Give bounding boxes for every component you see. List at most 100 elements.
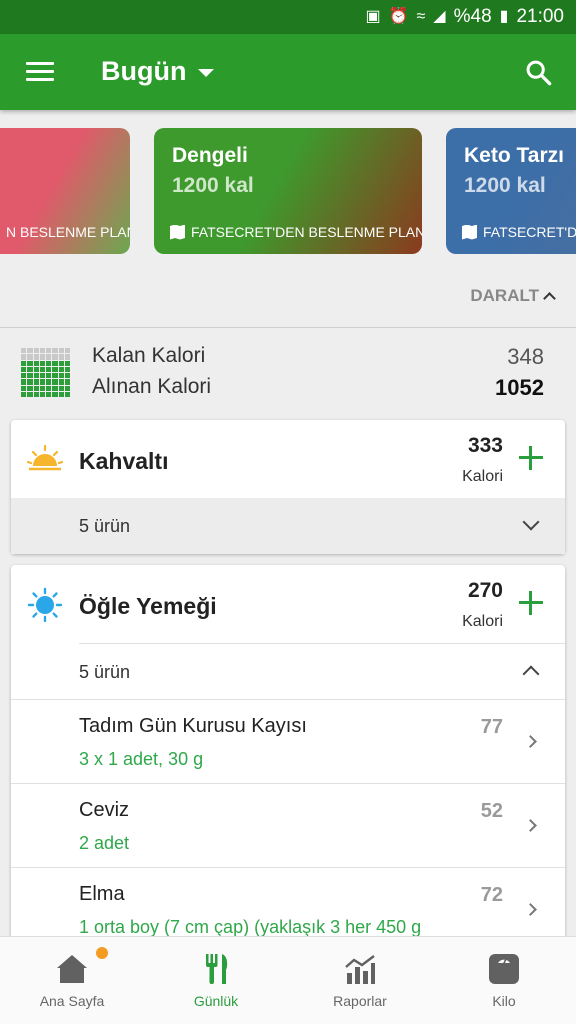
progress-cell [33, 348, 39, 354]
add-food-button[interactable] [519, 591, 543, 615]
progress-cell [46, 366, 52, 372]
progress-cell [64, 348, 70, 354]
progress-cell [58, 366, 64, 372]
app-bar: Bugün [0, 34, 576, 110]
progress-cell [39, 385, 45, 391]
meal-calories: 333 [467, 434, 503, 457]
chart-icon [345, 955, 375, 984]
progress-cell [21, 348, 27, 354]
cutlery-icon [206, 954, 228, 984]
progress-cell [39, 391, 45, 397]
progress-cell [52, 354, 58, 360]
progress-cell [58, 354, 64, 360]
nav-tab-home[interactable]: Ana Sayfa [0, 937, 144, 1024]
chevron-right-icon [524, 819, 537, 832]
food-portion: 1 orta boy (7 cm çap) (yaklaşık 3 her 45… [79, 917, 422, 937]
map-icon [170, 224, 185, 240]
food-portion: 3 x 1 adet, 30 g [79, 749, 204, 769]
meal-card-lunch: Öğle Yemeği 270 Kalori 5 ürün Tadım Gün … [11, 565, 565, 985]
progress-cell [27, 354, 33, 360]
plan-source: FATSECRET'DE [483, 224, 576, 240]
chevron-down-icon [522, 513, 540, 531]
meal-item-count-row[interactable]: 5 ürün [11, 498, 565, 554]
menu-icon[interactable] [26, 62, 54, 82]
progress-cell [46, 391, 52, 397]
notification-icon: ▣ [365, 8, 381, 25]
remaining-calories-value: 348 [507, 344, 544, 369]
progress-cell [58, 360, 64, 366]
battery-percent: %48 [453, 6, 492, 27]
plan-calories: 1200 kal [464, 174, 546, 197]
nav-label: Raporlar [333, 993, 387, 1009]
remaining-calories-label: Kalan Kalori [92, 344, 206, 367]
meal-title: Kahvaltı [79, 448, 169, 474]
food-name: Elma [79, 883, 125, 905]
chevron-right-icon [524, 735, 537, 748]
collapse-button[interactable]: DARALT [470, 286, 556, 306]
progress-cell [64, 354, 70, 360]
meal-header[interactable]: Öğle Yemeği 270 Kalori [11, 565, 565, 643]
battery-icon: ▮ [499, 8, 509, 25]
bottom-navigation: Ana Sayfa Günlük Raporlar Kilo [0, 936, 576, 1024]
add-food-button[interactable] [519, 446, 543, 470]
collapse-row: DARALT [0, 280, 576, 328]
progress-cell [33, 385, 39, 391]
progress-cell [21, 366, 27, 372]
progress-cell [46, 348, 52, 354]
calorie-summary[interactable]: Kalan Kalori 348 Alınan Kalori 1052 [0, 330, 576, 410]
food-item[interactable]: Tadım Gün Kurusu Kayısı 3 x 1 adet, 30 g… [11, 699, 565, 783]
food-item[interactable]: Ceviz 2 adet 52 [11, 783, 565, 867]
plan-calories: 1200 kal [172, 174, 254, 197]
plan-card-partial[interactable]: N BESLENME PLANLA [0, 128, 130, 254]
progress-cell [52, 348, 58, 354]
food-name: Ceviz [79, 799, 130, 821]
progress-cell [39, 379, 45, 385]
progress-cell [21, 373, 27, 379]
nav-tab-weight[interactable]: Kilo [432, 937, 576, 1024]
progress-cell [33, 373, 39, 379]
progress-cell [27, 360, 33, 366]
progress-cell [52, 360, 58, 366]
search-icon[interactable] [524, 58, 552, 86]
date-selector[interactable]: Bugün [101, 56, 186, 87]
progress-cell [39, 373, 45, 379]
consumed-calories-label: Alınan Kalori [92, 375, 212, 398]
progress-cell [27, 391, 33, 397]
dropdown-caret-icon[interactable] [198, 69, 214, 77]
food-calories: 52 [480, 800, 503, 822]
nav-tab-reports[interactable]: Raporlar [288, 937, 432, 1024]
nav-label: Ana Sayfa [39, 993, 105, 1009]
progress-cell [33, 391, 39, 397]
nav-label: Günlük [193, 993, 239, 1009]
meal-plan-carousel[interactable]: N BESLENME PLANLA Dengeli 1200 kal FATSE… [0, 128, 576, 256]
progress-cell [58, 379, 64, 385]
progress-cell [46, 385, 52, 391]
progress-cell [27, 366, 33, 372]
progress-cell [58, 373, 64, 379]
food-calories: 77 [480, 716, 503, 738]
map-icon [462, 224, 477, 240]
alarm-icon: ⏰ [388, 8, 409, 25]
plan-card-keto[interactable]: Keto Tarzı 1200 kal FATSECRET'DE [446, 128, 576, 254]
consumed-calories-value: 1052 [495, 375, 544, 400]
nav-label: Kilo [492, 993, 516, 1009]
meal-header[interactable]: Kahvaltı 333 Kalori [11, 420, 565, 498]
progress-cell [21, 391, 27, 397]
progress-cell [58, 348, 64, 354]
progress-cell [52, 385, 58, 391]
nav-tab-diary[interactable]: Günlük [144, 937, 288, 1024]
plan-card-dengeli[interactable]: Dengeli 1200 kal FATSECRET'DEN BESLENME … [154, 128, 422, 254]
food-portion: 2 adet [79, 833, 130, 853]
progress-cell [58, 385, 64, 391]
progress-cell [52, 373, 58, 379]
progress-cell [21, 385, 27, 391]
meal-item-count: 5 ürün [79, 662, 131, 682]
progress-cell [64, 366, 70, 372]
meal-item-count-row[interactable]: 5 ürün [79, 643, 565, 699]
progress-cell [39, 348, 45, 354]
progress-cell [33, 366, 39, 372]
plan-source: FATSECRET'DEN BESLENME PLANLA [191, 224, 422, 240]
meal-card-breakfast: Kahvaltı 333 Kalori 5 ürün [11, 420, 565, 554]
progress-cell [52, 379, 58, 385]
progress-cell [46, 379, 52, 385]
